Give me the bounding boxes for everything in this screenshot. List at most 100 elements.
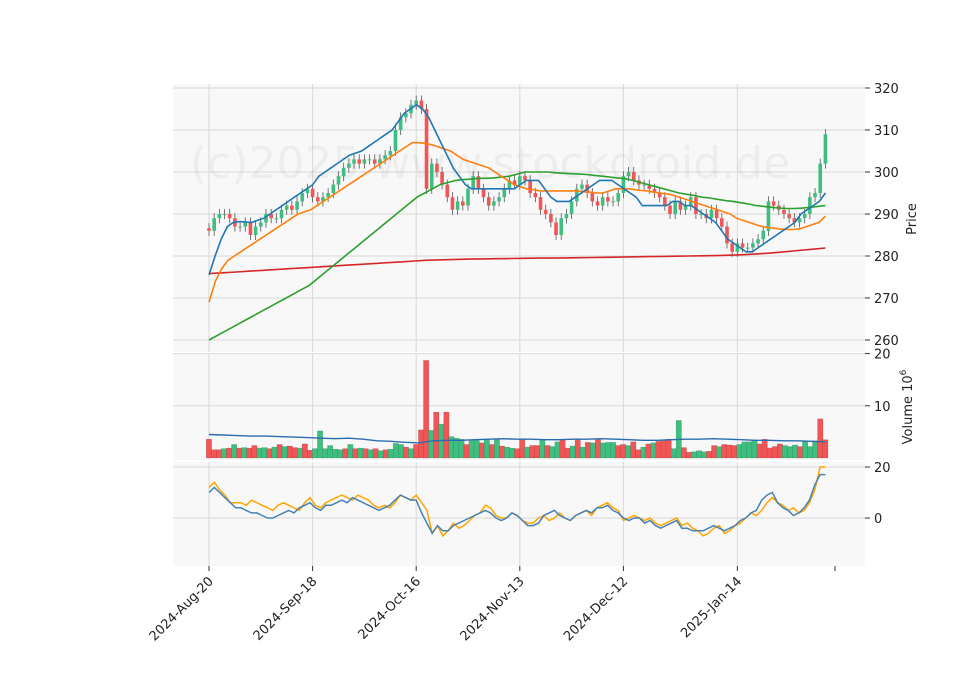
price-ytick-label: 290: [874, 208, 899, 223]
candle-down: [543, 209, 548, 214]
volume-bar: [231, 444, 238, 459]
volume-bar: [741, 441, 748, 459]
candle-up: [253, 226, 258, 235]
candle-down: [450, 197, 455, 210]
volume-bar: [615, 445, 622, 459]
volume-bar: [291, 447, 298, 459]
volume-bar: [817, 418, 824, 459]
volume-bar: [433, 411, 440, 459]
date-tick-label: 2024-Oct-16: [356, 574, 424, 642]
candle-up: [284, 205, 289, 210]
volume-bar: [226, 447, 233, 459]
candle-up: [222, 214, 227, 215]
candle-up: [580, 184, 584, 189]
volume-bar: [392, 443, 399, 459]
price-axis-label: Price: [905, 203, 920, 235]
osc-ytick-label: 0: [874, 512, 882, 527]
volume-bar: [655, 441, 662, 459]
stock-chart: (c)2025 www.stockdroid.de 26027028029030…: [147, 82, 920, 644]
volume-bar: [504, 446, 510, 459]
volume-bar: [403, 446, 409, 459]
volume-bar: [807, 446, 814, 459]
candle-down: [435, 163, 439, 172]
candle-up: [569, 201, 574, 214]
candle-up: [455, 201, 460, 210]
volume-bar: [746, 441, 753, 459]
candle-up: [274, 218, 279, 220]
volume-bar: [625, 445, 632, 459]
candle-down: [461, 201, 465, 206]
candle-down: [227, 214, 232, 219]
candle-up: [331, 184, 336, 193]
volume-bar: [559, 439, 566, 459]
candle-up: [300, 193, 305, 202]
volume-bar: [726, 444, 733, 459]
candle-down: [771, 201, 776, 206]
volume-bar: [589, 442, 596, 459]
volume-bar: [372, 448, 379, 459]
volume-bar: [332, 448, 339, 459]
candle-down: [714, 209, 719, 219]
volume-bar: [286, 445, 293, 459]
candle-up: [559, 218, 564, 235]
candle-up: [611, 201, 615, 203]
volume-bar: [544, 445, 551, 459]
candle-down: [357, 159, 362, 164]
candle-down: [538, 197, 543, 210]
volume-bar: [600, 442, 606, 459]
volume-bar: [595, 439, 601, 459]
candle-up: [243, 222, 248, 227]
volume-bar: [468, 440, 475, 459]
candle-up: [813, 193, 817, 198]
volume-bar: [751, 440, 758, 459]
volume-bar: [620, 444, 627, 459]
volume-bar: [377, 450, 384, 459]
volume-bar: [610, 442, 617, 459]
volume-bar: [569, 445, 576, 459]
candle-down: [787, 214, 791, 219]
volume-bar: [246, 447, 253, 459]
volume-bar: [428, 430, 435, 459]
volume-bar: [483, 439, 490, 459]
volume-bar: [493, 439, 500, 459]
volume-bar: [216, 449, 222, 459]
volume-bar: [271, 446, 278, 459]
candle-down: [663, 197, 667, 206]
candle-down: [668, 205, 672, 214]
volume-bar: [802, 441, 809, 459]
volume-bar: [792, 444, 798, 459]
volume-bar: [579, 446, 586, 459]
volume-bar: [797, 446, 803, 459]
volume-bar: [211, 449, 217, 459]
candle-down: [554, 222, 558, 235]
volume-bar: [261, 447, 268, 459]
date-tick-label: 2024-Aug-20: [147, 574, 217, 644]
volume-bar: [362, 448, 369, 459]
candle-up: [238, 226, 242, 228]
volume-bar: [771, 446, 778, 459]
volume-bar: [301, 443, 308, 459]
candle-down: [725, 226, 729, 244]
volume-bar: [812, 440, 819, 459]
candle-up: [279, 209, 284, 219]
candle-up: [362, 159, 367, 164]
volume-bar: [382, 449, 389, 459]
volume-bar: [423, 360, 430, 459]
volume-bar: [650, 442, 657, 459]
volume-bar: [458, 439, 465, 459]
volume-bar: [665, 439, 672, 459]
candle-up: [341, 167, 346, 177]
volume-bar: [205, 439, 212, 459]
volume-bar: [645, 443, 652, 459]
volume-bar: [721, 444, 728, 459]
volume-bar: [478, 442, 485, 459]
volume-bar: [453, 437, 460, 459]
candle-down: [481, 188, 486, 198]
candle-up: [616, 193, 621, 202]
candle-down: [372, 159, 377, 164]
volume-bar: [241, 447, 248, 459]
volume-bar: [680, 447, 687, 459]
candle-down: [207, 228, 211, 231]
candle-down: [486, 197, 491, 206]
volume-bar: [605, 442, 611, 459]
